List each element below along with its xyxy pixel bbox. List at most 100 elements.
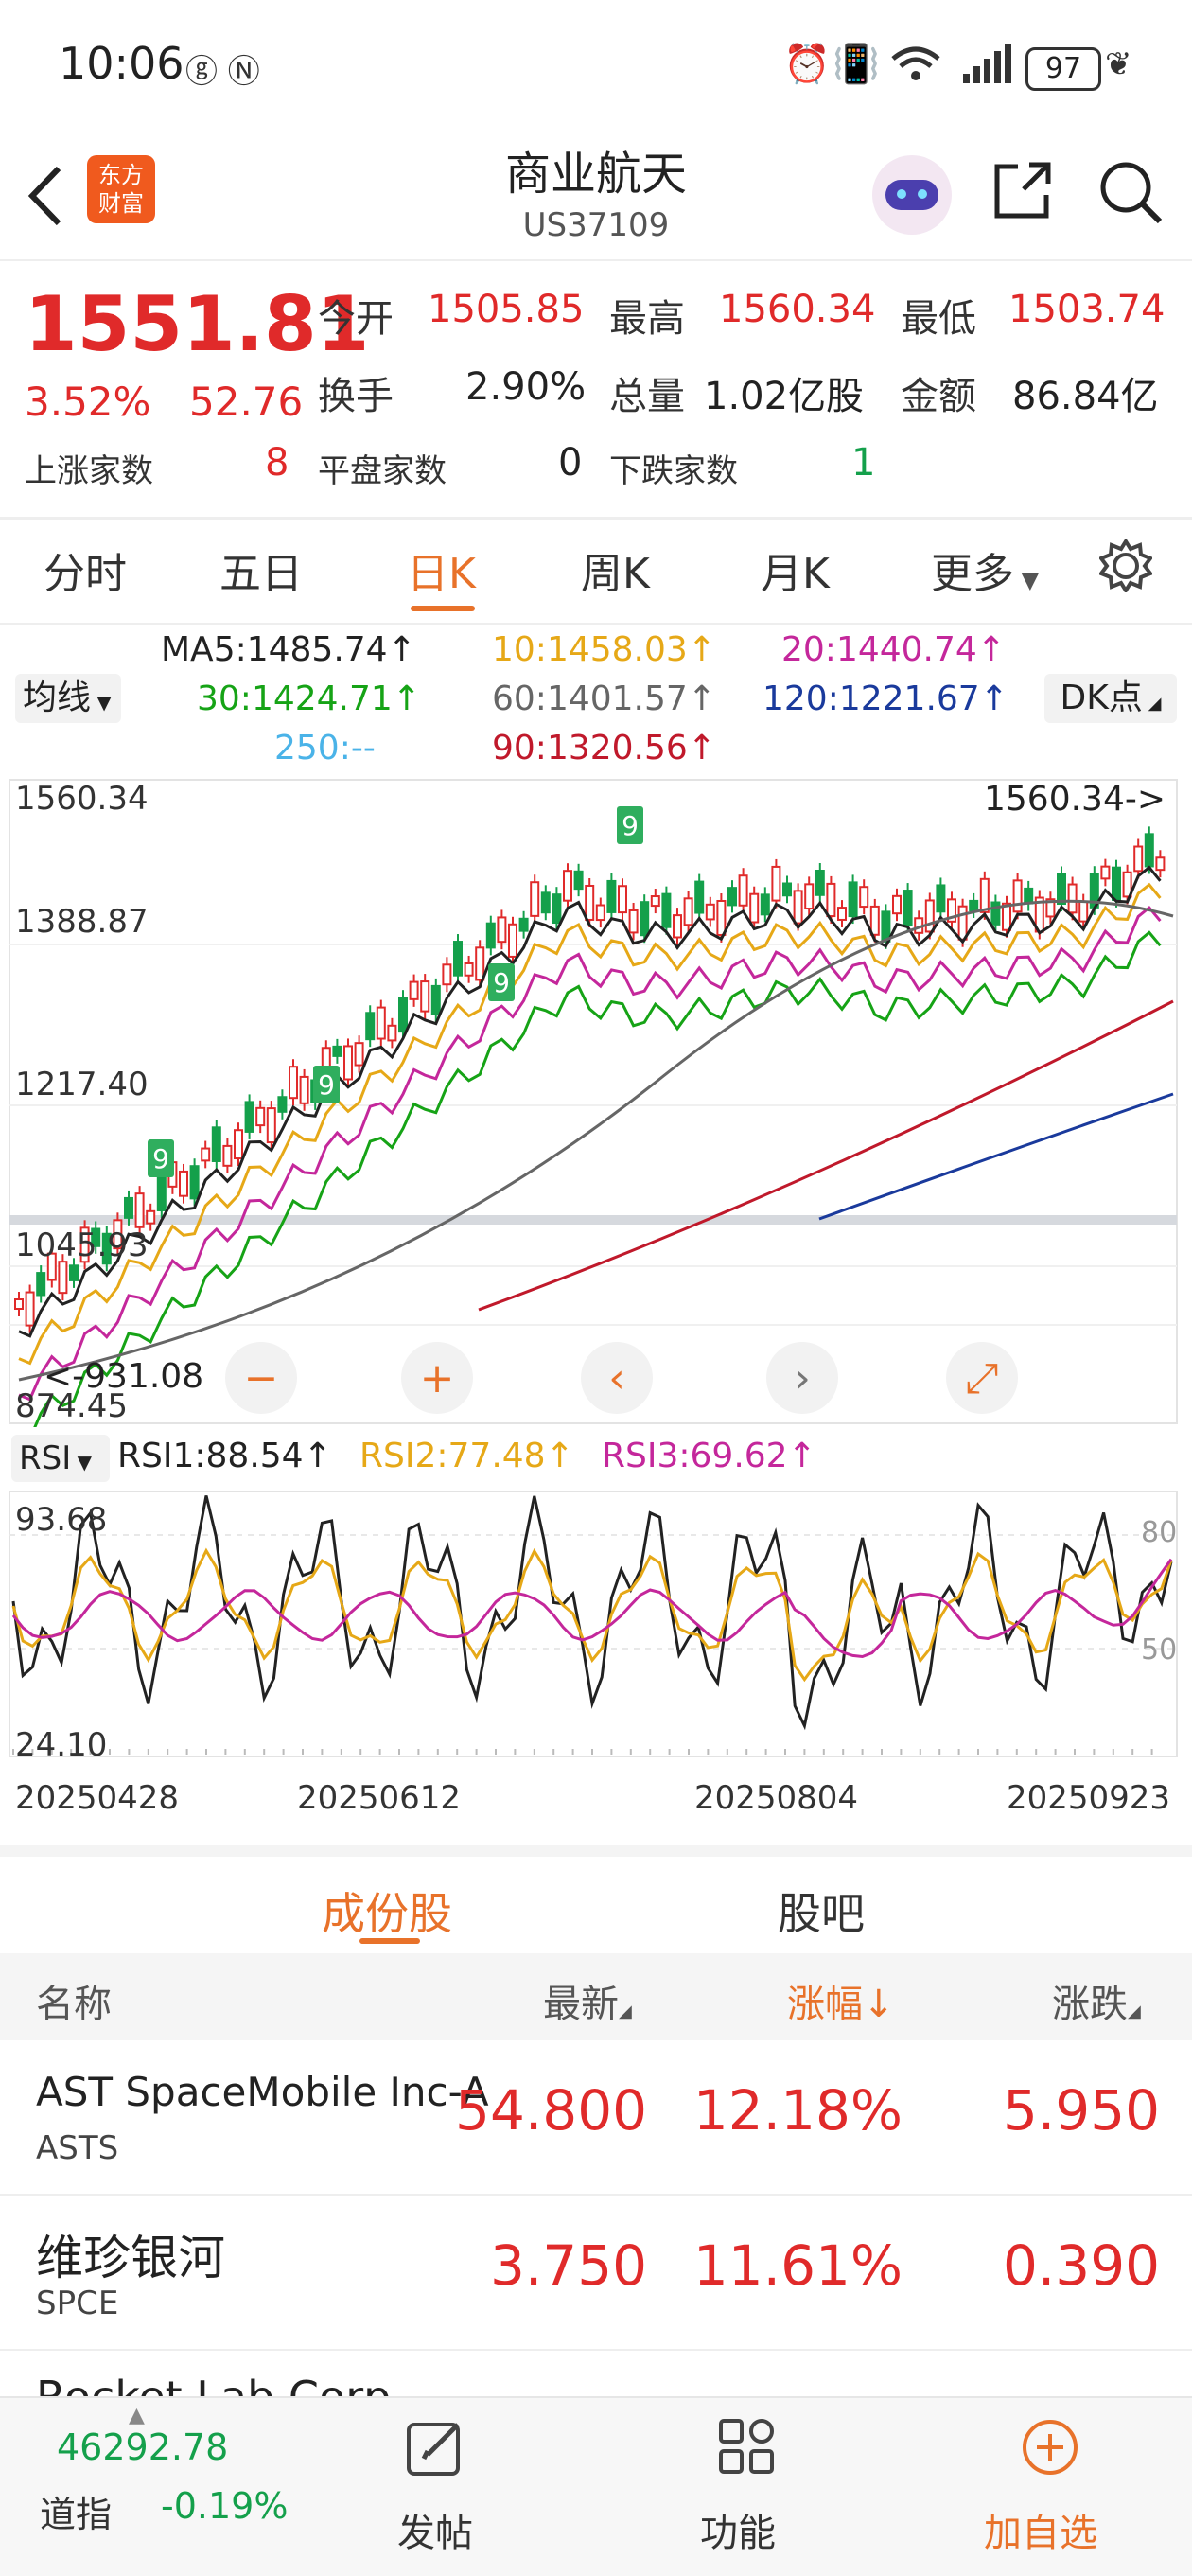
turnover-value: 2.90% bbox=[465, 365, 587, 409]
flat-count-label: 平盘家数 bbox=[318, 452, 447, 490]
status-indicator-icon: ⓖ Ⓝ bbox=[185, 53, 260, 91]
stock-latest: 54.800 bbox=[455, 2078, 647, 2143]
bottom-bar: ▲ 46292.78 道指 -0.19% 发帖 功能 加自选 bbox=[0, 2396, 1192, 2576]
tab-monthly-k[interactable]: 月K bbox=[761, 539, 830, 600]
max-price-marker: 1560.34-> bbox=[984, 780, 1166, 819]
high-label: 最高 bbox=[609, 297, 685, 341]
post-button[interactable]: 发帖 bbox=[378, 2408, 492, 2568]
share-icon[interactable] bbox=[991, 159, 1054, 221]
dk-selector-label: DK点 bbox=[1060, 679, 1143, 717]
tab-daily-k[interactable]: 日K bbox=[407, 539, 476, 600]
ma120-value: 120:1221.67↑ bbox=[763, 679, 1008, 718]
search-icon[interactable] bbox=[1097, 159, 1164, 225]
tab-more[interactable]: 更多 ▼ bbox=[931, 539, 1039, 600]
td-nine-label: 9 bbox=[152, 1143, 169, 1174]
rsi2-value: RSI2:77.48↑ bbox=[359, 1437, 574, 1475]
turnover-label: 换手 bbox=[318, 375, 394, 418]
rsi-selector-label: RSI bbox=[19, 1439, 72, 1477]
add-watchlist-button[interactable]: 加自选 bbox=[965, 2408, 1135, 2568]
column-change-label: 涨跌 bbox=[1052, 1983, 1128, 2026]
chevron-down-icon: ▼ bbox=[71, 1451, 92, 1473]
move-left-button[interactable]: ‹ bbox=[581, 1342, 653, 1414]
stock-latest: 3.750 bbox=[489, 2233, 647, 2298]
tab-intraday[interactable]: 分时 bbox=[44, 539, 127, 600]
tab-forum[interactable]: 股吧 bbox=[778, 1879, 865, 1942]
up-count-label: 上涨家数 bbox=[25, 452, 153, 490]
stock-name: AST SpaceMobile Inc-A bbox=[36, 2069, 489, 2115]
tab-five-day[interactable]: 五日 bbox=[219, 539, 303, 600]
stock-change-pct: 12.18% bbox=[692, 2078, 903, 2143]
stock-change-pct: 11.61% bbox=[692, 2233, 903, 2298]
column-change[interactable]: 涨跌◢ bbox=[1052, 1973, 1141, 2028]
stock-code: SPCE bbox=[36, 2285, 119, 2322]
ma250-value: 250:-- bbox=[274, 729, 376, 768]
open-value: 1505.85 bbox=[428, 288, 585, 331]
quote-panel: 1551.81 3.52% 52.76 今开 1505.85 最高 1560.3… bbox=[0, 261, 1192, 517]
flat-count: 0 bbox=[558, 441, 583, 485]
td-nine-label: 9 bbox=[318, 1069, 335, 1101]
ma5-value: MA5:1485.74↑ bbox=[161, 630, 416, 669]
rsi1-value: RSI1:88.54↑ bbox=[117, 1437, 332, 1475]
move-right-button[interactable]: › bbox=[766, 1342, 838, 1414]
tab-weekly-k[interactable]: 周K bbox=[581, 539, 650, 600]
ma60-value: 60:1401.57↑ bbox=[492, 679, 716, 718]
stock-change: 0.390 bbox=[1002, 2233, 1160, 2298]
amount-label: 金额 bbox=[901, 375, 976, 418]
rsi3-value: RSI3:69.62↑ bbox=[602, 1437, 816, 1475]
volume-label: 总量 bbox=[609, 375, 685, 418]
fullscreen-button[interactable]: ⤢ bbox=[946, 1342, 1018, 1414]
column-latest[interactable]: 最新◢ bbox=[543, 1973, 632, 2028]
rsi-ref-80: 80 bbox=[1141, 1516, 1178, 1549]
wifi-icon bbox=[891, 46, 940, 80]
battery-icon: 97 bbox=[1025, 47, 1101, 91]
price-axis-label: 1217.40 bbox=[15, 1066, 149, 1103]
ma-selector[interactable]: 均线 ▼ bbox=[15, 674, 121, 723]
chevron-up-icon: ▲ bbox=[129, 2404, 145, 2427]
ma20-value: 20:1440.74↑ bbox=[781, 630, 1006, 669]
price-axis-label: 1388.87 bbox=[15, 903, 149, 941]
column-change-pct[interactable]: 涨幅↓ bbox=[787, 1973, 895, 2028]
open-label: 今开 bbox=[318, 297, 394, 341]
min-price-marker: <-931.08 bbox=[44, 1357, 204, 1396]
change-value: 52.76 bbox=[189, 379, 304, 425]
functions-label: 功能 bbox=[700, 2512, 776, 2555]
td-nine-label: 9 bbox=[493, 967, 510, 998]
functions-button[interactable]: 功能 bbox=[691, 2408, 804, 2568]
leaf-icon: ❦ bbox=[1105, 45, 1132, 83]
assistant-robot-icon[interactable] bbox=[872, 155, 952, 235]
grid-icon bbox=[719, 2419, 774, 2474]
index-value: 46292.78 bbox=[57, 2426, 229, 2468]
kline-chart[interactable]: 9 9 9 9 bbox=[0, 774, 1192, 1427]
rsi-chart[interactable] bbox=[0, 1488, 1192, 1762]
column-latest-label: 最新 bbox=[543, 1983, 619, 2026]
ma-selector-label: 均线 bbox=[23, 679, 92, 717]
ma30-value: 30:1424.71↑ bbox=[197, 679, 421, 718]
post-label: 发帖 bbox=[397, 2512, 473, 2555]
active-subtab-indicator bbox=[359, 1938, 420, 1944]
low-value: 1503.74 bbox=[1008, 288, 1166, 331]
high-value: 1560.34 bbox=[719, 288, 876, 331]
ma90-value: 90:1320.56↑ bbox=[492, 729, 716, 768]
index-ticker[interactable]: ▲ 46292.78 道指 -0.19% bbox=[0, 2398, 288, 2576]
chevron-down-icon: ▼ bbox=[91, 691, 112, 714]
dk-selector[interactable]: DK点 ◢ bbox=[1044, 674, 1177, 723]
tab-constituents[interactable]: 成份股 bbox=[322, 1879, 452, 1942]
column-name[interactable]: 名称 bbox=[36, 1973, 112, 2028]
down-count: 1 bbox=[851, 441, 876, 485]
zoom-out-button[interactable]: − bbox=[225, 1342, 297, 1414]
price-axis-label: 1045.93 bbox=[15, 1226, 149, 1264]
sort-icon: ◢ bbox=[1128, 2002, 1141, 2021]
add-circle-icon bbox=[1023, 2420, 1078, 2475]
index-name: 道指 bbox=[40, 2494, 113, 2535]
signal-icon bbox=[963, 44, 1011, 83]
zoom-in-button[interactable]: + bbox=[401, 1342, 473, 1414]
date-label: 20250923 bbox=[1007, 1779, 1171, 1817]
alarm-icon: ⏰ bbox=[783, 43, 831, 86]
ma10-value: 10:1458.03↑ bbox=[492, 630, 716, 669]
price-axis-label: 1560.34 bbox=[15, 780, 149, 818]
rsi-selector[interactable]: RSI ▼ bbox=[11, 1435, 110, 1482]
section-divider bbox=[0, 1845, 1192, 1857]
edit-icon bbox=[407, 2423, 460, 2476]
stock-name: 维珍银河 bbox=[36, 2231, 225, 2285]
settings-icon[interactable] bbox=[1099, 539, 1152, 592]
